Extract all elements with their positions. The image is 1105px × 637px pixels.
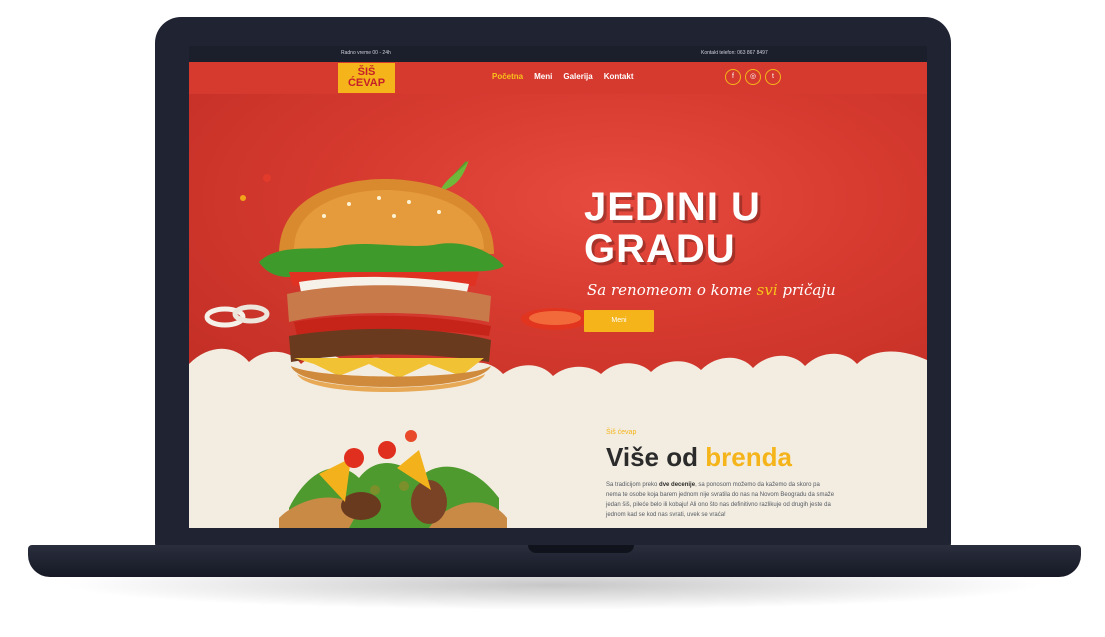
instagram-icon[interactable]: ◎ xyxy=(745,69,761,85)
hero-subtitle-before: Sa renomeom o kome xyxy=(587,281,757,299)
burger-image xyxy=(240,160,504,393)
nav-item-kontakt[interactable]: Kontakt xyxy=(604,72,634,81)
main-navbar: ŠIŠ ĆEVAP Početna Meni Galerija Kontakt … xyxy=(189,62,927,94)
contact-phone-text: Kontakt telefon: 063 867 8497 xyxy=(701,50,768,56)
nav-item-galerija[interactable]: Galerija xyxy=(563,72,592,81)
hero-title-line-2: GRADU xyxy=(584,227,736,271)
hero-title: JEDINI U GRADU xyxy=(584,186,761,270)
about-text-bold: dve decenije xyxy=(659,482,696,488)
hero-title-line-1: JEDINI U xyxy=(584,185,761,229)
hero-subtitle: Sa renomeom o kome svi pričaju xyxy=(587,281,836,299)
social-links: f ◎ t xyxy=(725,69,781,85)
hero-subtitle-after: pričaju xyxy=(777,281,836,299)
about-paragraph: Sa tradicijom preko dve decenije, sa pon… xyxy=(606,480,836,520)
logo-line-2: ĆEVAP xyxy=(347,77,386,89)
top-info-bar: Radno vreme 00 - 24h Kontakt telefon: 06… xyxy=(189,46,927,62)
laptop-notch xyxy=(528,545,634,553)
hero-subtitle-highlight: svi xyxy=(756,281,778,299)
facebook-icon[interactable]: f xyxy=(725,69,741,85)
hero-section: JEDINI U GRADU Sa renomeom o kome svi pr… xyxy=(189,94,927,404)
hero-menu-button[interactable]: Meni xyxy=(584,310,654,332)
site-logo[interactable]: ŠIŠ ĆEVAP xyxy=(338,63,395,93)
about-small-label: Šiš ćevap xyxy=(606,429,637,436)
about-title-part-2: brenda xyxy=(705,442,792,472)
about-text-before: Sa tradicijom preko xyxy=(606,482,660,488)
about-title: Više od brenda xyxy=(606,442,792,473)
nav-menu: Početna Meni Galerija Kontakt xyxy=(492,72,634,81)
laptop-screen: Radno vreme 00 - 24h Kontakt telefon: 06… xyxy=(189,46,927,528)
tomato-slice-image xyxy=(521,308,589,330)
opening-hours-text: Radno vreme 00 - 24h xyxy=(341,50,391,56)
about-title-part-1: Više od xyxy=(606,442,706,472)
twitter-icon[interactable]: t xyxy=(765,69,781,85)
exploding-burger-image xyxy=(279,430,507,528)
nav-item-pocetna[interactable]: Početna xyxy=(492,72,523,81)
nav-item-meni[interactable]: Meni xyxy=(534,72,552,81)
laptop-base xyxy=(28,545,1081,577)
